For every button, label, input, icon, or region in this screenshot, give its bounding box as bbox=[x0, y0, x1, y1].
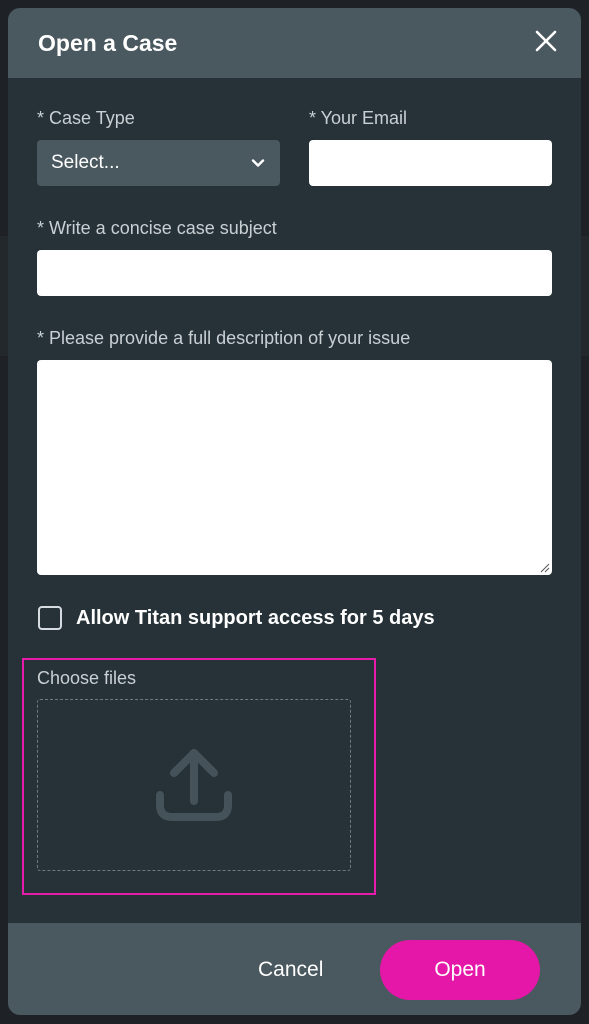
support-access-checkbox[interactable] bbox=[38, 606, 62, 630]
email-input[interactable] bbox=[309, 140, 552, 186]
support-access-label: Allow Titan support access for 5 days bbox=[76, 606, 435, 629]
case-type-value: Select... bbox=[51, 152, 120, 173]
case-type-select[interactable]: Select... bbox=[37, 140, 280, 186]
file-dropzone[interactable] bbox=[37, 699, 351, 871]
description-label: * Please provide a full description of y… bbox=[37, 328, 411, 348]
upload-icon bbox=[156, 749, 232, 821]
chevron-down-icon bbox=[251, 159, 265, 167]
description-textarea[interactable] bbox=[37, 360, 552, 575]
cancel-button[interactable]: Cancel bbox=[248, 954, 333, 986]
open-case-dialog: Open a Case * Case Type Select... * Your… bbox=[8, 8, 581, 1015]
dialog-footer: Cancel Open bbox=[8, 923, 581, 1015]
close-button[interactable] bbox=[531, 26, 561, 56]
support-access-option[interactable]: Allow Titan support access for 5 days bbox=[38, 606, 435, 630]
close-icon bbox=[535, 30, 557, 52]
open-button[interactable]: Open bbox=[380, 940, 540, 1000]
subject-input[interactable] bbox=[37, 250, 552, 296]
choose-files-label: Choose files bbox=[37, 668, 137, 688]
subject-label: * Write a concise case subject bbox=[37, 218, 277, 238]
case-type-label: * Case Type bbox=[37, 108, 135, 128]
dialog-title: Open a Case bbox=[38, 30, 178, 56]
email-label: * Your Email bbox=[309, 108, 408, 128]
dialog-header: Open a Case bbox=[8, 8, 581, 78]
resize-grip-icon[interactable] bbox=[538, 561, 550, 573]
